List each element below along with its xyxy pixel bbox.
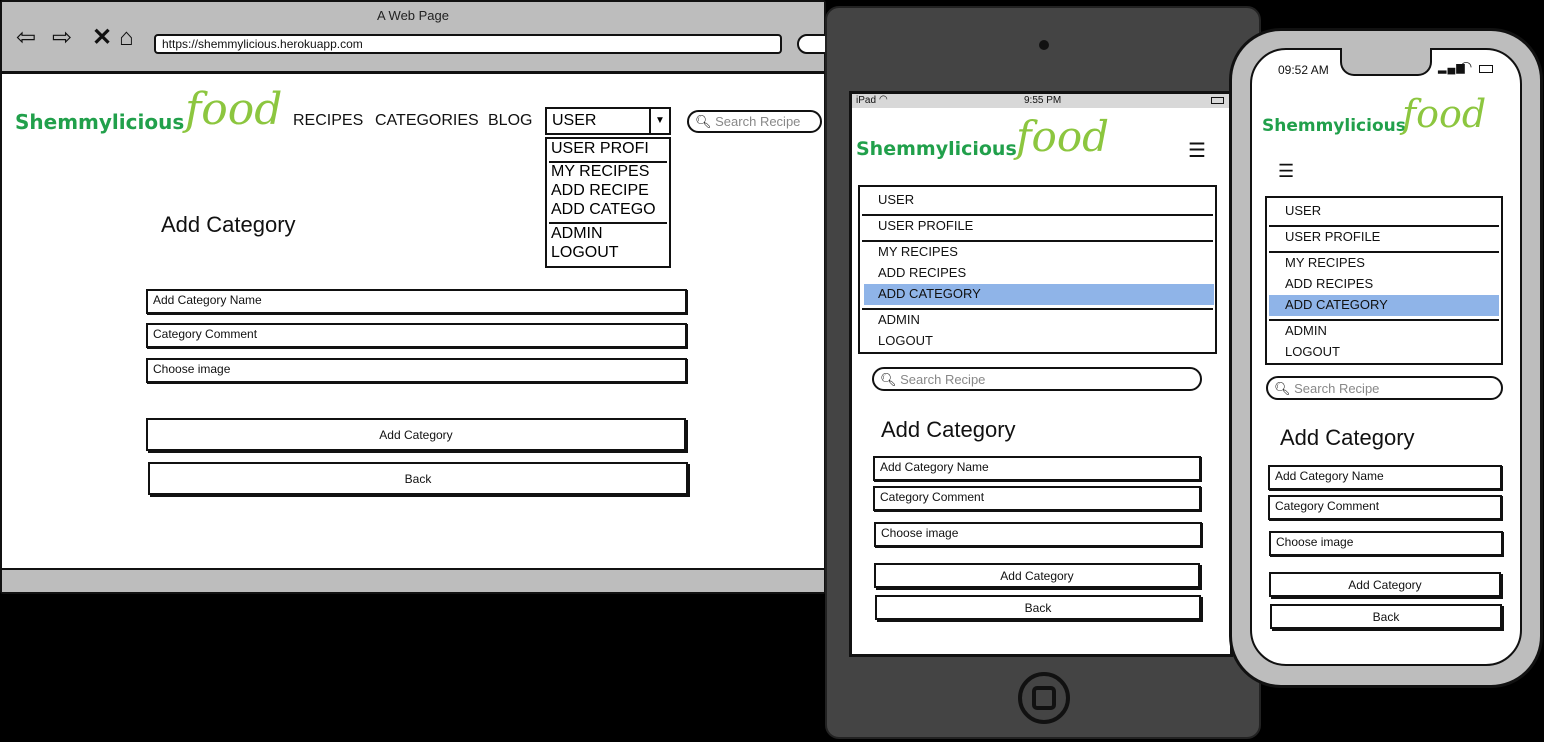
menu-item-logout[interactable]: LOGOUT <box>878 333 933 348</box>
back-button[interactable]: Back <box>1270 604 1502 629</box>
back-arrow-icon[interactable]: ⇦ <box>16 26 36 50</box>
menu-item-admin[interactable]: ADMIN <box>551 225 603 243</box>
menu-divider <box>549 222 667 224</box>
add-category-button[interactable]: Add Category <box>874 563 1200 588</box>
back-button[interactable]: Back <box>148 462 688 495</box>
search-icon: 🔍︎ <box>880 372 897 387</box>
phone-status-time: 09:52 AM <box>1278 63 1329 77</box>
search-placeholder: Search Recipe <box>1294 381 1380 396</box>
menu-item-logout[interactable]: LOGOUT <box>551 244 619 262</box>
site-logo[interactable]: Shemmylicious food <box>15 84 283 158</box>
user-dropdown[interactable]: USER ▼ <box>545 107 671 135</box>
menu-divider <box>1269 251 1499 253</box>
tablet-search-input[interactable]: 🔍︎ Search Recipe <box>872 367 1202 391</box>
phone-nav-menu: USER USER PROFILE MY RECIPES ADD RECIPES… <box>1265 196 1503 365</box>
logo-main-text: Shemmylicious <box>856 138 1017 160</box>
menu-item-my-recipes[interactable]: MY RECIPES <box>878 244 958 259</box>
battery-icon <box>1479 65 1493 73</box>
menu-divider <box>862 214 1213 216</box>
close-icon[interactable]: ✕ <box>92 26 112 50</box>
add-category-button[interactable]: Add Category <box>146 418 686 451</box>
category-comment-input[interactable]: Category Comment <box>1268 495 1502 520</box>
menu-divider <box>862 240 1213 242</box>
home-icon[interactable]: ⌂ <box>119 26 134 50</box>
menu-divider <box>1269 319 1499 321</box>
logo-food-text: food <box>185 84 283 135</box>
menu-item-add-category[interactable]: ADD CATEGORY <box>1285 297 1388 312</box>
url-bar[interactable]: https://shemmylicious.herokuapp.com <box>154 34 782 54</box>
menu-item-add-recipes[interactable]: ADD RECIPES <box>1285 276 1373 291</box>
menu-item-logout[interactable]: LOGOUT <box>1285 344 1340 359</box>
phone-site-logo[interactable]: Shemmylicious food <box>1262 92 1486 160</box>
window-title: A Web Page <box>376 8 450 23</box>
browser-toolbar: A Web Page ⇦ ⇨ ✕ ⌂ https://shemmylicious… <box>2 2 837 74</box>
search-icon: 🔍︎ <box>1274 381 1291 396</box>
chevron-down-icon[interactable]: ▼ <box>649 109 669 133</box>
menu-item-add-recipes[interactable]: ADD RECIPES <box>878 265 966 280</box>
tablet-site-logo[interactable]: Shemmylicious food <box>856 112 1110 184</box>
menu-divider <box>862 308 1213 310</box>
nav-categories[interactable]: CATEGORIES <box>375 112 479 130</box>
search-placeholder: Search Recipe <box>900 372 986 387</box>
phone-page-title: Add Category <box>1280 425 1415 450</box>
logo-food-text: food <box>1016 112 1110 161</box>
tablet-status-bar: iPad ◠ 9:55 PM <box>852 94 1230 108</box>
menu-divider <box>1269 225 1499 227</box>
category-name-input[interactable]: Add Category Name <box>873 456 1201 481</box>
phone-search-input[interactable]: 🔍︎ Search Recipe <box>1266 376 1503 400</box>
menu-item-my-recipes[interactable]: MY RECIPES <box>551 163 649 181</box>
user-dropdown-label: USER <box>552 112 597 129</box>
nav-blog[interactable]: BLOG <box>488 112 532 130</box>
menu-item-user-profile[interactable]: USER PROFILE <box>1285 229 1380 244</box>
menu-item-admin[interactable]: ADMIN <box>1285 323 1327 338</box>
menu-item-add-recipe[interactable]: ADD RECIPE <box>551 182 649 200</box>
choose-image-input[interactable]: Choose image <box>1269 531 1503 556</box>
menu-item-user[interactable]: USER <box>878 192 914 207</box>
battery-icon <box>1211 97 1224 104</box>
category-name-input[interactable]: Add Category Name <box>146 289 687 314</box>
wifi-icon: ◠ <box>879 94 888 105</box>
browser-status-bar <box>2 568 824 592</box>
nav-recipes[interactable]: RECIPES <box>293 112 363 130</box>
back-button[interactable]: Back <box>875 595 1201 620</box>
category-comment-input[interactable]: Category Comment <box>873 486 1201 511</box>
tablet-page-title: Add Category <box>881 417 1016 442</box>
hamburger-menu-icon[interactable]: ☰ <box>1278 161 1294 182</box>
logo-main-text: Shemmylicious <box>15 110 185 134</box>
choose-image-input[interactable]: Choose image <box>146 358 687 383</box>
logo-main-text: Shemmylicious <box>1262 116 1406 136</box>
menu-item-add-category[interactable]: ADD CATEGO <box>551 201 656 219</box>
device-label: iPad <box>856 95 877 106</box>
search-input[interactable]: 🔍︎ Search Recipe <box>687 110 822 133</box>
search-placeholder: Search Recipe <box>715 114 801 129</box>
wifi-icon: ◠ <box>1460 58 1473 74</box>
page-title: Add Category <box>161 212 296 237</box>
menu-item-user-profile[interactable]: USER PROFI <box>551 140 649 158</box>
tablet-nav-menu: USER USER PROFILE MY RECIPES ADD RECIPES… <box>858 185 1217 354</box>
choose-image-input[interactable]: Choose image <box>874 522 1202 547</box>
home-button-icon <box>1032 686 1056 710</box>
logo-food-text: food <box>1402 92 1487 136</box>
search-icon: 🔍︎ <box>695 114 712 129</box>
forward-arrow-icon[interactable]: ⇨ <box>52 26 72 50</box>
add-category-button[interactable]: Add Category <box>1269 572 1501 597</box>
category-name-input[interactable]: Add Category Name <box>1268 465 1502 490</box>
phone-notch <box>1340 48 1432 76</box>
menu-item-user-profile[interactable]: USER PROFILE <box>878 218 973 233</box>
menu-item-my-recipes[interactable]: MY RECIPES <box>1285 255 1365 270</box>
category-comment-input[interactable]: Category Comment <box>146 323 687 348</box>
user-dropdown-menu: USER PROFI MY RECIPES ADD RECIPE ADD CAT… <box>545 137 671 268</box>
menu-item-add-category[interactable]: ADD CATEGORY <box>878 286 981 301</box>
status-time: 9:55 PM <box>1024 95 1062 106</box>
menu-item-admin[interactable]: ADMIN <box>878 312 920 327</box>
menu-item-user[interactable]: USER <box>1285 203 1321 218</box>
hamburger-menu-icon[interactable]: ☰ <box>1188 138 1206 163</box>
desktop-browser-window: A Web Page ⇦ ⇨ ✕ ⌂ https://shemmylicious… <box>0 0 837 594</box>
tablet-camera <box>1039 40 1049 50</box>
